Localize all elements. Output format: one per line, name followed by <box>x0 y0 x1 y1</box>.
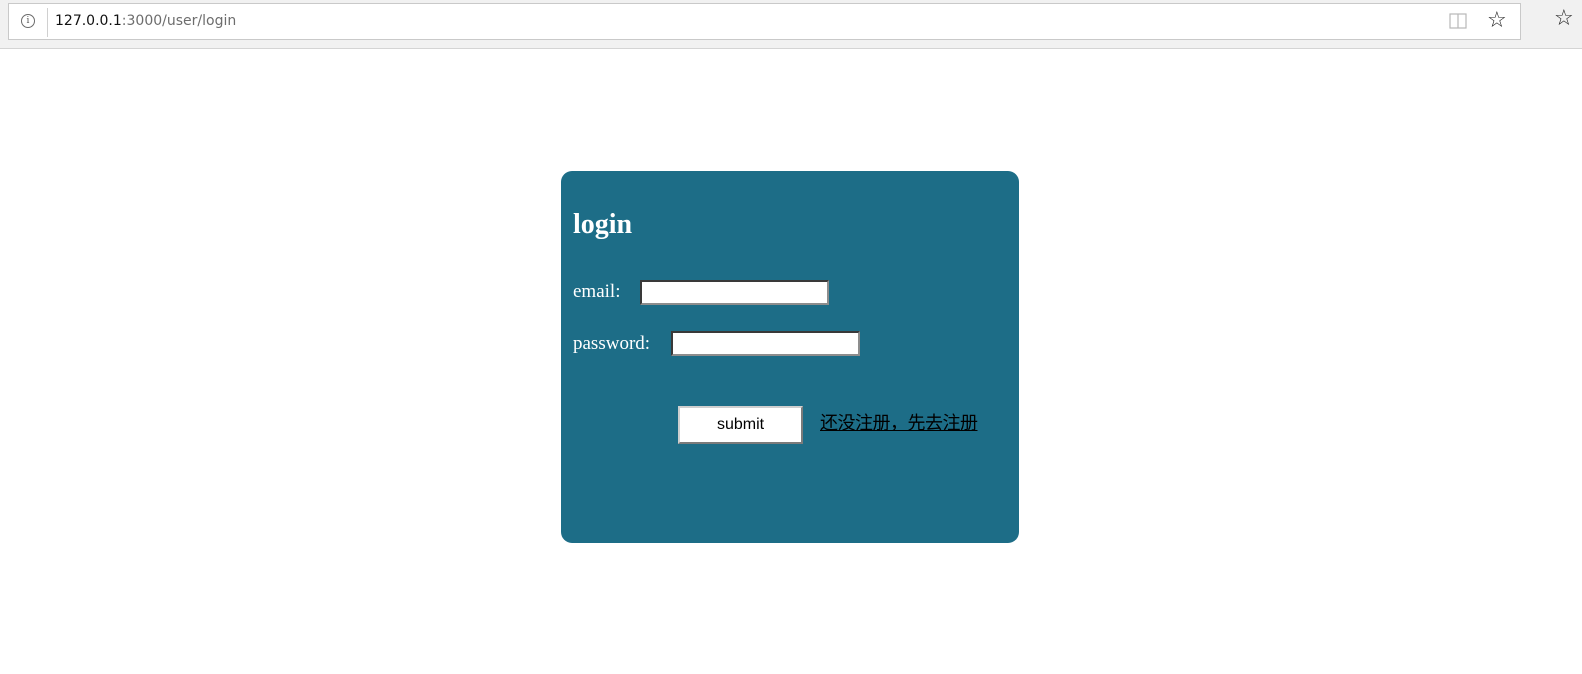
url-path: :3000/user/login <box>121 13 237 29</box>
login-title: login <box>573 209 633 240</box>
register-link[interactable]: 还没注册，先去注册 <box>820 412 978 436</box>
favorites-icon[interactable]: ☆ <box>1554 8 1574 30</box>
email-input[interactable] <box>640 280 829 305</box>
url-host: 127.0.0.1 <box>55 13 122 29</box>
info-icon[interactable]: i <box>21 14 35 28</box>
address-separator <box>47 8 48 37</box>
email-label: email: <box>573 281 621 302</box>
address-bar[interactable]: i 127.0.0.1:3000/user/login ☆ <box>8 3 1521 40</box>
password-input[interactable] <box>671 331 860 356</box>
login-card: login email: password: submit 还没注册，先去注册 <box>561 171 1019 543</box>
reading-view-icon[interactable] <box>1449 13 1467 29</box>
favorite-star-icon[interactable]: ☆ <box>1487 10 1507 32</box>
browser-toolbar: i 127.0.0.1:3000/user/login ☆ ☆ <box>0 0 1582 49</box>
url-text[interactable]: 127.0.0.1:3000/user/login <box>55 11 236 31</box>
submit-button[interactable]: submit <box>678 406 803 444</box>
password-label: password: <box>573 333 651 354</box>
